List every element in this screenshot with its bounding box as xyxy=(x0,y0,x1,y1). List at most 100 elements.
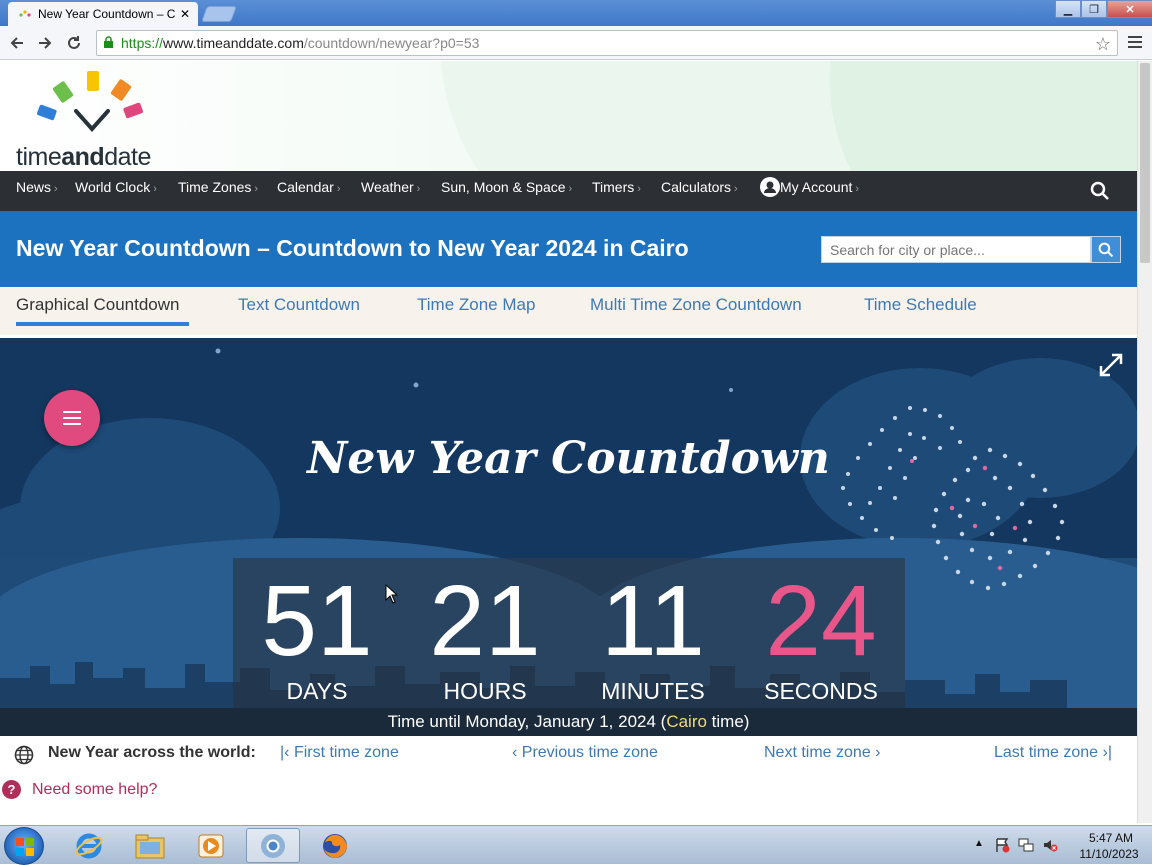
countdown-seconds: 24 SECONDS xyxy=(737,558,905,705)
address-bar[interactable]: https://www.timeanddate.com/countdown/ne… xyxy=(96,30,1118,56)
lock-icon xyxy=(104,36,113,48)
taskbar-firefox[interactable] xyxy=(308,828,362,863)
mouse-cursor-icon xyxy=(385,584,399,604)
active-tab-indicator xyxy=(16,322,189,326)
tab-title: New Year Countdown – C xyxy=(38,7,176,21)
forward-icon[interactable] xyxy=(34,32,56,54)
city-search-button[interactable] xyxy=(1091,236,1121,263)
url-path: /countdown/newyear?p0=53 xyxy=(303,35,480,51)
tab-close-icon[interactable]: ✕ xyxy=(180,7,190,21)
nav-item-calculators[interactable]: Calculators › xyxy=(661,171,738,211)
nav-item-news[interactable]: News › xyxy=(16,171,58,211)
globe-icon xyxy=(14,745,34,765)
nav-item-world-clock[interactable]: World Clock › xyxy=(75,171,157,211)
previous-time-zone-link[interactable]: ‹ Previous time zone xyxy=(512,744,658,762)
folder-icon xyxy=(135,834,165,858)
help-icon: ? xyxy=(2,780,21,799)
close-window-button[interactable]: ✕ xyxy=(1107,0,1152,18)
scrollbar-thumb[interactable] xyxy=(1140,63,1150,263)
taskbar-chrome[interactable] xyxy=(246,828,300,863)
countdown-title: New Year Countdown xyxy=(307,433,830,484)
world-nav-label: New Year across the world: xyxy=(48,744,256,761)
favicon-icon xyxy=(19,10,31,17)
minutes-label: MINUTES xyxy=(601,678,705,704)
countdown-target-info: Time until Monday, January 1, 2024 (Cair… xyxy=(0,708,1137,736)
countdown-minutes: 11 MINUTES xyxy=(569,558,737,705)
previous-icon: ‹ xyxy=(512,744,522,761)
last-icon: ›| xyxy=(1098,744,1113,761)
taskbar-internet-explorer[interactable] xyxy=(62,828,116,863)
action-center-flag-icon[interactable] xyxy=(994,837,1010,853)
browser-titlebar: New Year Countdown – C ✕ ▁ ❐ ✕ xyxy=(0,0,1152,26)
nav-item-weather[interactable]: Weather › xyxy=(361,171,420,211)
next-icon: › xyxy=(870,744,881,761)
days-value: 51 xyxy=(261,565,373,677)
seconds-value: 24 xyxy=(765,565,877,677)
nav-item-calendar[interactable]: Calendar › xyxy=(277,171,341,211)
windows-logo-icon xyxy=(16,838,34,856)
fullscreen-expand-icon[interactable] xyxy=(1098,352,1124,378)
countdown-hours: 21 HOURS xyxy=(401,558,569,705)
site-logo[interactable]: timeanddate xyxy=(14,69,184,171)
browser-toolbar: https://www.timeanddate.com/countdown/ne… xyxy=(0,26,1152,60)
countdown-display: 51 DAYS 21 HOURS 11 MINUTES 24 SECONDS xyxy=(233,558,905,712)
tab-time-zone-map[interactable]: Time Zone Map xyxy=(417,295,535,315)
clock-date[interactable]: 11/10/2023 xyxy=(1070,847,1148,861)
logo-mark-icon xyxy=(37,71,143,133)
last-time-zone-link[interactable]: Last time zone ›| xyxy=(994,744,1112,762)
browser-menu-icon[interactable] xyxy=(1128,36,1142,50)
countdown-days: 51 DAYS xyxy=(233,558,401,705)
bookmark-star-icon[interactable]: ☆ xyxy=(1095,34,1111,55)
url-scheme: https:// xyxy=(121,35,164,51)
tab-graphical-countdown[interactable]: Graphical Countdown xyxy=(16,295,179,315)
city-link[interactable]: Cairo xyxy=(666,712,707,731)
tab-multi-time-zone-countdown[interactable]: Multi Time Zone Countdown xyxy=(590,295,802,315)
web-page: timeanddate News › World Clock › Time Zone… xyxy=(0,61,1137,823)
chrome-icon xyxy=(261,833,285,858)
taskbar-media-player[interactable] xyxy=(184,828,238,863)
new-tab-button[interactable] xyxy=(201,6,237,22)
browser-tab[interactable]: New Year Countdown – C ✕ xyxy=(8,2,198,26)
days-label: DAYS xyxy=(286,678,348,704)
system-tray: ▲ 5:47 AM 11/10/2023 xyxy=(970,826,1152,865)
first-time-zone-link[interactable]: |‹ First time zone xyxy=(280,744,399,762)
network-icon[interactable] xyxy=(1018,837,1034,853)
minutes-value: 11 xyxy=(601,565,705,677)
search-icon[interactable] xyxy=(1090,181,1110,201)
hours-label: HOURS xyxy=(443,678,527,704)
reload-icon[interactable] xyxy=(63,32,85,54)
back-icon[interactable] xyxy=(6,32,28,54)
header-decoration xyxy=(440,61,1137,171)
page-title: New Year Countdown – Countdown to New Ye… xyxy=(16,235,689,261)
world-time-zone-navigation: New Year across the world: |‹ First time… xyxy=(0,736,1137,772)
nav-item-my-account[interactable]: My Account › xyxy=(760,171,859,211)
search-icon xyxy=(1098,242,1114,258)
nav-item-sun-moon-space[interactable]: Sun, Moon & Space › xyxy=(441,171,572,211)
site-header: timeanddate xyxy=(0,61,1137,171)
main-navigation: News › World Clock › Time Zones › Calendar ›… xyxy=(0,171,1137,211)
tray-expand-icon[interactable]: ▲ xyxy=(974,838,984,849)
page-scrollbar[interactable] xyxy=(1137,61,1152,823)
clock-time[interactable]: 5:47 AM xyxy=(1074,831,1148,845)
minimize-button[interactable]: ▁ xyxy=(1055,0,1081,18)
page-title-bar: New Year Countdown – Countdown to New Ye… xyxy=(0,211,1137,287)
countdown-panel: New Year Countdown 51 DAYS 21 HOURS 11 M… xyxy=(0,338,1137,736)
os-taskbar: ▲ 5:47 AM 11/10/2023 xyxy=(0,825,1152,865)
countdown-tabs: Graphical Countdown Text Countdown Time … xyxy=(0,287,1137,335)
help-link[interactable]: Need some help? xyxy=(32,781,157,799)
hours-value: 21 xyxy=(429,565,541,677)
nav-item-timers[interactable]: Timers › xyxy=(592,171,641,211)
start-button[interactable] xyxy=(4,827,44,865)
tab-time-schedule[interactable]: Time Schedule xyxy=(864,295,977,315)
volume-muted-icon[interactable] xyxy=(1042,837,1058,853)
next-time-zone-link[interactable]: Next time zone › xyxy=(764,744,881,762)
city-search-input[interactable] xyxy=(821,236,1091,263)
taskbar-file-explorer[interactable] xyxy=(123,828,177,863)
nav-item-time-zones[interactable]: Time Zones › xyxy=(178,171,258,211)
tab-text-countdown[interactable]: Text Countdown xyxy=(238,295,360,315)
logo-text: timeanddate xyxy=(16,143,151,171)
first-icon: |‹ xyxy=(280,744,294,761)
maximize-button[interactable]: ❐ xyxy=(1081,0,1107,18)
internet-explorer-icon xyxy=(75,833,103,858)
media-player-icon xyxy=(198,834,224,857)
